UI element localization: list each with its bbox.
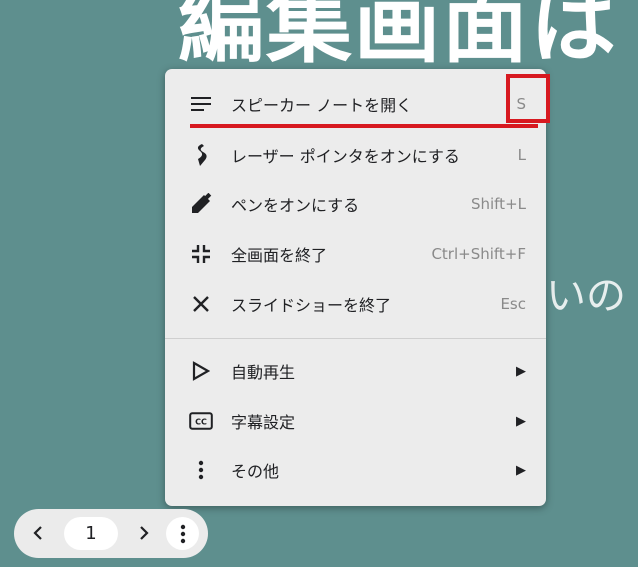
highlight-underline — [190, 124, 538, 128]
close-icon — [187, 290, 215, 318]
presenter-options-menu: スピーカー ノートを開く S レーザー ポインタをオンにする L ペンをオンにす… — [165, 69, 546, 506]
chevron-right-icon — [140, 526, 149, 540]
shortcut-text: Shift+L — [470, 195, 526, 213]
shortcut-text: Ctrl+Shift+F — [431, 245, 526, 263]
menu-divider — [165, 338, 546, 339]
svg-text:CC: CC — [195, 418, 207, 427]
more-vert-icon — [187, 456, 215, 484]
menu-item-laser-pointer[interactable]: レーザー ポインタをオンにする L — [165, 133, 546, 177]
highlight-box — [506, 74, 550, 123]
slide-title: 編集画面は — [178, 0, 618, 75]
page-number[interactable]: 1 — [64, 517, 118, 550]
exit-fullscreen-icon — [187, 240, 215, 268]
captions-icon: CC — [187, 407, 215, 435]
menu-item-exit-fullscreen[interactable]: 全画面を終了 Ctrl+Shift+F — [165, 232, 546, 276]
menu-item-label: レーザー ポインタをオンにする — [231, 147, 460, 166]
menu-item-pen[interactable]: ペンをオンにする Shift+L — [165, 182, 546, 226]
notes-icon — [187, 90, 215, 118]
shortcut-text: L — [517, 146, 526, 164]
slideshow-nav-bar: 1 — [14, 509, 208, 558]
laser-pointer-icon — [187, 141, 215, 169]
submenu-arrow-icon: ▶ — [516, 413, 526, 429]
menu-item-label: スライドショーを終了 — [231, 296, 392, 315]
menu-item-more[interactable]: その他 ▶ — [165, 448, 546, 492]
options-menu-button[interactable] — [166, 517, 199, 550]
menu-item-label: ペンをオンにする — [231, 196, 360, 215]
chevron-left-icon — [33, 526, 42, 540]
menu-item-label: 字幕設定 — [231, 413, 296, 432]
menu-item-end-slideshow[interactable]: スライドショーを終了 Esc — [165, 282, 546, 326]
menu-item-label: 自動再生 — [231, 363, 296, 382]
menu-item-label: その他 — [231, 462, 280, 481]
menu-item-autoplay[interactable]: 自動再生 ▶ — [165, 349, 546, 393]
previous-slide-button[interactable] — [24, 519, 52, 547]
shortcut-text: Esc — [500, 295, 526, 313]
menu-item-speaker-notes[interactable]: スピーカー ノートを開く S — [165, 82, 546, 126]
more-vert-icon — [180, 524, 185, 543]
menu-item-label: 全画面を終了 — [231, 246, 328, 265]
menu-item-captions[interactable]: CC 字幕設定 ▶ — [165, 399, 546, 443]
play-icon — [187, 357, 215, 385]
pen-icon — [187, 190, 215, 218]
menu-item-label: スピーカー ノートを開く — [231, 96, 413, 115]
next-slide-button[interactable] — [130, 519, 158, 547]
submenu-arrow-icon: ▶ — [516, 363, 526, 379]
submenu-arrow-icon: ▶ — [516, 462, 526, 478]
